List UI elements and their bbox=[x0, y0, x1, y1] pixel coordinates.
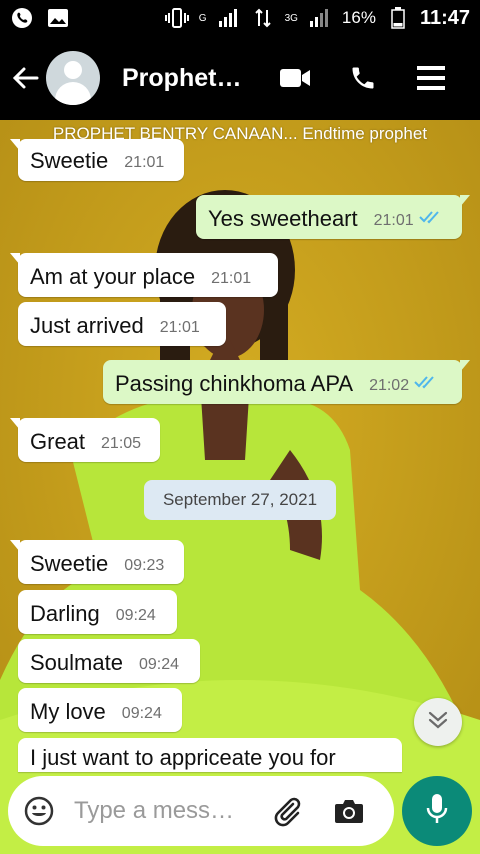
message-text: I just want to appriceate you for bbox=[30, 745, 336, 770]
scroll-to-bottom-button[interactable] bbox=[414, 698, 462, 746]
message-input[interactable] bbox=[72, 796, 256, 826]
status-bar: G 3G 16% 11:47 bbox=[0, 0, 480, 36]
message-bubble[interactable]: Darling 09:24 bbox=[18, 590, 177, 634]
back-arrow-icon[interactable] bbox=[10, 63, 40, 93]
battery-percent: 16% bbox=[341, 8, 376, 27]
network-type-3g: 3G bbox=[284, 12, 298, 24]
message-time: 09:24 bbox=[138, 656, 179, 673]
clock: 11:47 bbox=[419, 6, 470, 29]
video-call-icon[interactable] bbox=[278, 61, 312, 95]
data-transfer-icon bbox=[251, 6, 275, 30]
message-text: My love bbox=[30, 699, 106, 724]
read-ticks-icon bbox=[418, 204, 443, 230]
voice-record-button[interactable] bbox=[402, 776, 472, 846]
gallery-icon bbox=[46, 6, 70, 30]
message-text: Soulmate bbox=[30, 650, 123, 675]
message-bubble[interactable]: Sweetie 09:23 bbox=[10, 540, 184, 584]
message-composer bbox=[8, 776, 394, 846]
message-text: Sweetie bbox=[30, 148, 109, 173]
message-time: 09:24 bbox=[121, 705, 162, 722]
message-time: 21:01 bbox=[373, 212, 414, 229]
message-text: Passing chinkhoma APA bbox=[115, 371, 354, 396]
camera-icon[interactable] bbox=[332, 794, 366, 828]
message-time: 09:24 bbox=[115, 607, 156, 624]
message-bubble-outgoing[interactable]: Yes sweetheart 21:01 bbox=[196, 195, 470, 239]
message-bubble[interactable]: Sweetie 21:01 bbox=[10, 139, 184, 181]
avatar[interactable] bbox=[46, 51, 100, 105]
date-separator: September 27, 2021 bbox=[144, 480, 336, 520]
double-chevron-down-icon bbox=[427, 710, 449, 734]
signal-icon-2 bbox=[308, 6, 332, 30]
chat-header: Prophet… bbox=[0, 36, 480, 120]
message-bubble-partial[interactable]: I just want to appriceate you for bbox=[18, 738, 402, 772]
emoji-icon[interactable] bbox=[22, 794, 56, 828]
contact-name[interactable]: Prophet… bbox=[122, 64, 252, 93]
voice-call-icon[interactable] bbox=[346, 61, 380, 95]
message-text: Just arrived bbox=[30, 313, 144, 338]
message-bubble[interactable]: Just arrived 21:01 bbox=[18, 302, 226, 346]
whatsapp-icon bbox=[10, 6, 34, 30]
message-time: 21:01 bbox=[159, 319, 200, 336]
message-time: 21:02 bbox=[369, 377, 410, 394]
signal-icon bbox=[217, 6, 241, 30]
battery-icon bbox=[386, 6, 410, 30]
network-type-g: G bbox=[198, 12, 207, 24]
message-time: 21:01 bbox=[124, 154, 165, 171]
message-text: Yes sweetheart bbox=[208, 206, 358, 231]
attach-icon[interactable] bbox=[270, 794, 304, 828]
message-time: 21:05 bbox=[101, 435, 142, 452]
message-text: Sweetie bbox=[30, 551, 109, 576]
message-bubble[interactable]: My love 09:24 bbox=[18, 688, 182, 732]
microphone-icon bbox=[426, 793, 448, 829]
message-bubble[interactable]: Great 21:05 bbox=[10, 418, 160, 462]
message-text: Darling bbox=[30, 601, 100, 626]
message-bubble[interactable]: Am at your place 21:01 bbox=[10, 253, 278, 297]
message-bubble[interactable]: Soulmate 09:24 bbox=[18, 639, 200, 683]
read-ticks-icon bbox=[414, 369, 438, 395]
message-bubble-outgoing[interactable]: Passing chinkhoma APA 21:02 bbox=[103, 360, 470, 404]
message-text: Am at your place bbox=[30, 264, 196, 289]
message-time: 21:01 bbox=[211, 270, 252, 287]
menu-icon[interactable] bbox=[414, 61, 448, 95]
vibrate-icon bbox=[164, 6, 189, 30]
message-text: Great bbox=[30, 429, 86, 454]
message-time: 09:23 bbox=[124, 557, 165, 574]
